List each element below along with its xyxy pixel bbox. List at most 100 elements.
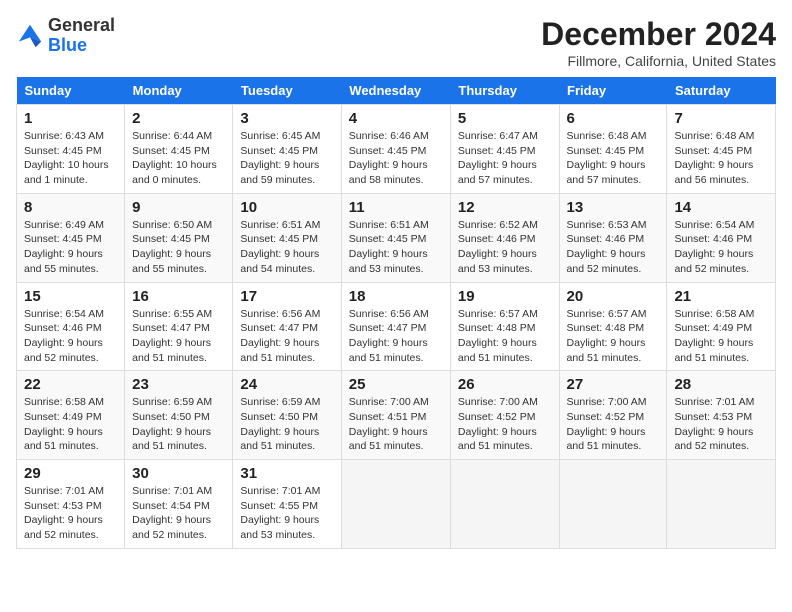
day-info: Sunrise: 6:51 AMSunset: 4:45 PMDaylight:… [240, 219, 320, 275]
day-info: Sunrise: 6:58 AMSunset: 4:49 PMDaylight:… [674, 308, 754, 364]
logo-icon [16, 22, 44, 50]
calendar-day-24: 24 Sunrise: 6:59 AMSunset: 4:50 PMDaylig… [233, 371, 341, 460]
day-number: 9 [132, 199, 225, 216]
day-header-saturday: Saturday [667, 77, 776, 105]
calendar-day-3: 3 Sunrise: 6:45 AMSunset: 4:45 PMDayligh… [233, 105, 341, 194]
day-header-friday: Friday [559, 77, 667, 105]
day-number: 4 [349, 110, 443, 127]
day-number: 12 [458, 199, 552, 216]
day-number: 6 [567, 110, 660, 127]
day-number: 14 [674, 199, 768, 216]
day-number: 2 [132, 110, 225, 127]
calendar-day-12: 12 Sunrise: 6:52 AMSunset: 4:46 PMDaylig… [450, 193, 559, 282]
day-info: Sunrise: 6:54 AMSunset: 4:46 PMDaylight:… [24, 308, 104, 364]
day-info: Sunrise: 7:00 AMSunset: 4:52 PMDaylight:… [458, 396, 538, 452]
calendar-day-9: 9 Sunrise: 6:50 AMSunset: 4:45 PMDayligh… [125, 193, 233, 282]
calendar-week-2: 8 Sunrise: 6:49 AMSunset: 4:45 PMDayligh… [17, 193, 776, 282]
day-number: 29 [24, 465, 117, 482]
day-header-tuesday: Tuesday [233, 77, 341, 105]
calendar-week-1: 1 Sunrise: 6:43 AMSunset: 4:45 PMDayligh… [17, 105, 776, 194]
day-info: Sunrise: 6:48 AMSunset: 4:45 PMDaylight:… [674, 130, 754, 186]
day-number: 10 [240, 199, 333, 216]
day-number: 20 [567, 288, 660, 305]
calendar-day-13: 13 Sunrise: 6:53 AMSunset: 4:46 PMDaylig… [559, 193, 667, 282]
day-number: 28 [674, 376, 768, 393]
calendar-day-14: 14 Sunrise: 6:54 AMSunset: 4:46 PMDaylig… [667, 193, 776, 282]
day-info: Sunrise: 6:51 AMSunset: 4:45 PMDaylight:… [349, 219, 429, 275]
day-header-thursday: Thursday [450, 77, 559, 105]
calendar-day-30: 30 Sunrise: 7:01 AMSunset: 4:54 PMDaylig… [125, 460, 233, 549]
day-info: Sunrise: 6:44 AMSunset: 4:45 PMDaylight:… [132, 130, 217, 186]
day-info: Sunrise: 7:01 AMSunset: 4:53 PMDaylight:… [674, 396, 754, 452]
day-number: 5 [458, 110, 552, 127]
day-info: Sunrise: 7:00 AMSunset: 4:52 PMDaylight:… [567, 396, 647, 452]
day-info: Sunrise: 7:01 AMSunset: 4:55 PMDaylight:… [240, 485, 320, 541]
day-info: Sunrise: 6:46 AMSunset: 4:45 PMDaylight:… [349, 130, 429, 186]
day-number: 24 [240, 376, 333, 393]
day-info: Sunrise: 6:53 AMSunset: 4:46 PMDaylight:… [567, 219, 647, 275]
calendar-day-29: 29 Sunrise: 7:01 AMSunset: 4:53 PMDaylig… [17, 460, 125, 549]
location: Fillmore, California, United States [541, 53, 776, 69]
calendar-day-7: 7 Sunrise: 6:48 AMSunset: 4:45 PMDayligh… [667, 105, 776, 194]
calendar-day-4: 4 Sunrise: 6:46 AMSunset: 4:45 PMDayligh… [341, 105, 450, 194]
empty-cell [559, 460, 667, 549]
calendar-body: 1 Sunrise: 6:43 AMSunset: 4:45 PMDayligh… [17, 105, 776, 549]
day-number: 1 [24, 110, 117, 127]
calendar-table: SundayMondayTuesdayWednesdayThursdayFrid… [16, 77, 776, 549]
day-info: Sunrise: 6:48 AMSunset: 4:45 PMDaylight:… [567, 130, 647, 186]
calendar-day-19: 19 Sunrise: 6:57 AMSunset: 4:48 PMDaylig… [450, 282, 559, 371]
empty-cell [667, 460, 776, 549]
day-info: Sunrise: 6:56 AMSunset: 4:47 PMDaylight:… [349, 308, 429, 364]
day-header-sunday: Sunday [17, 77, 125, 105]
day-number: 18 [349, 288, 443, 305]
day-header-monday: Monday [125, 77, 233, 105]
calendar-day-23: 23 Sunrise: 6:59 AMSunset: 4:50 PMDaylig… [125, 371, 233, 460]
calendar-day-17: 17 Sunrise: 6:56 AMSunset: 4:47 PMDaylig… [233, 282, 341, 371]
calendar-day-10: 10 Sunrise: 6:51 AMSunset: 4:45 PMDaylig… [233, 193, 341, 282]
day-info: Sunrise: 6:45 AMSunset: 4:45 PMDaylight:… [240, 130, 320, 186]
day-info: Sunrise: 6:57 AMSunset: 4:48 PMDaylight:… [458, 308, 538, 364]
calendar-day-25: 25 Sunrise: 7:00 AMSunset: 4:51 PMDaylig… [341, 371, 450, 460]
day-number: 3 [240, 110, 333, 127]
empty-cell [450, 460, 559, 549]
day-number: 8 [24, 199, 117, 216]
calendar-day-21: 21 Sunrise: 6:58 AMSunset: 4:49 PMDaylig… [667, 282, 776, 371]
day-number: 26 [458, 376, 552, 393]
day-number: 7 [674, 110, 768, 127]
calendar-day-6: 6 Sunrise: 6:48 AMSunset: 4:45 PMDayligh… [559, 105, 667, 194]
calendar-day-15: 15 Sunrise: 6:54 AMSunset: 4:46 PMDaylig… [17, 282, 125, 371]
day-info: Sunrise: 6:54 AMSunset: 4:46 PMDaylight:… [674, 219, 754, 275]
day-number: 30 [132, 465, 225, 482]
calendar-day-28: 28 Sunrise: 7:01 AMSunset: 4:53 PMDaylig… [667, 371, 776, 460]
day-number: 21 [674, 288, 768, 305]
calendar-day-27: 27 Sunrise: 7:00 AMSunset: 4:52 PMDaylig… [559, 371, 667, 460]
calendar-day-8: 8 Sunrise: 6:49 AMSunset: 4:45 PMDayligh… [17, 193, 125, 282]
day-info: Sunrise: 6:52 AMSunset: 4:46 PMDaylight:… [458, 219, 538, 275]
day-info: Sunrise: 6:55 AMSunset: 4:47 PMDaylight:… [132, 308, 212, 364]
calendar-day-1: 1 Sunrise: 6:43 AMSunset: 4:45 PMDayligh… [17, 105, 125, 194]
calendar-day-26: 26 Sunrise: 7:00 AMSunset: 4:52 PMDaylig… [450, 371, 559, 460]
day-number: 15 [24, 288, 117, 305]
day-number: 17 [240, 288, 333, 305]
day-info: Sunrise: 6:57 AMSunset: 4:48 PMDaylight:… [567, 308, 647, 364]
calendar-header-row: SundayMondayTuesdayWednesdayThursdayFrid… [17, 77, 776, 105]
calendar-week-3: 15 Sunrise: 6:54 AMSunset: 4:46 PMDaylig… [17, 282, 776, 371]
calendar-day-16: 16 Sunrise: 6:55 AMSunset: 4:47 PMDaylig… [125, 282, 233, 371]
day-info: Sunrise: 7:01 AMSunset: 4:53 PMDaylight:… [24, 485, 104, 541]
day-number: 16 [132, 288, 225, 305]
day-number: 19 [458, 288, 552, 305]
day-info: Sunrise: 6:59 AMSunset: 4:50 PMDaylight:… [132, 396, 212, 452]
day-info: Sunrise: 6:58 AMSunset: 4:49 PMDaylight:… [24, 396, 104, 452]
calendar-day-5: 5 Sunrise: 6:47 AMSunset: 4:45 PMDayligh… [450, 105, 559, 194]
calendar-day-22: 22 Sunrise: 6:58 AMSunset: 4:49 PMDaylig… [17, 371, 125, 460]
day-info: Sunrise: 6:50 AMSunset: 4:45 PMDaylight:… [132, 219, 212, 275]
calendar-week-4: 22 Sunrise: 6:58 AMSunset: 4:49 PMDaylig… [17, 371, 776, 460]
day-info: Sunrise: 6:56 AMSunset: 4:47 PMDaylight:… [240, 308, 320, 364]
day-number: 13 [567, 199, 660, 216]
day-number: 22 [24, 376, 117, 393]
calendar-day-2: 2 Sunrise: 6:44 AMSunset: 4:45 PMDayligh… [125, 105, 233, 194]
logo: General Blue [16, 16, 115, 56]
day-number: 11 [349, 199, 443, 216]
day-header-wednesday: Wednesday [341, 77, 450, 105]
day-number: 23 [132, 376, 225, 393]
